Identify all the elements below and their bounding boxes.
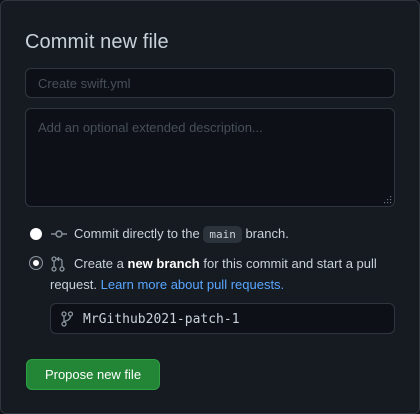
new-branch-text-line2: request. <box>50 277 97 292</box>
commit-direct-label[interactable]: Commit directly to the main branch. <box>74 226 289 243</box>
learn-more-pull-requests-link[interactable]: Learn more about pull requests. <box>101 277 285 292</box>
new-branch-radio[interactable] <box>30 257 42 269</box>
new-branch-text: Create a <box>74 256 124 271</box>
git-commit-icon <box>51 230 67 238</box>
commit-direct-radio[interactable] <box>30 228 42 240</box>
commit-direct-text: Commit directly to the <box>74 226 200 241</box>
resize-grip-icon[interactable] <box>384 196 392 204</box>
new-branch-text-after: for this commit and start a pull <box>203 256 377 271</box>
branch-name-input[interactable] <box>83 309 383 329</box>
git-pull-request-icon <box>51 256 65 272</box>
new-branch-label-line2: request. Learn more about pull requests. <box>50 277 284 292</box>
commit-description-textarea[interactable] <box>25 108 395 207</box>
commit-direct-text-after: branch. <box>245 226 289 241</box>
new-branch-label-line1[interactable]: Create a new branch for this commit and … <box>74 256 377 271</box>
commit-summary-input[interactable] <box>25 68 395 98</box>
form-title: Commit new file <box>25 31 169 53</box>
commit-form-panel: Commit new file Commit directly to the m… <box>0 0 420 414</box>
git-branch-icon <box>61 311 73 327</box>
branch-name-code: main <box>203 226 242 243</box>
propose-new-file-button[interactable]: Propose new file <box>26 359 160 390</box>
new-branch-bold: new branch <box>127 256 200 271</box>
